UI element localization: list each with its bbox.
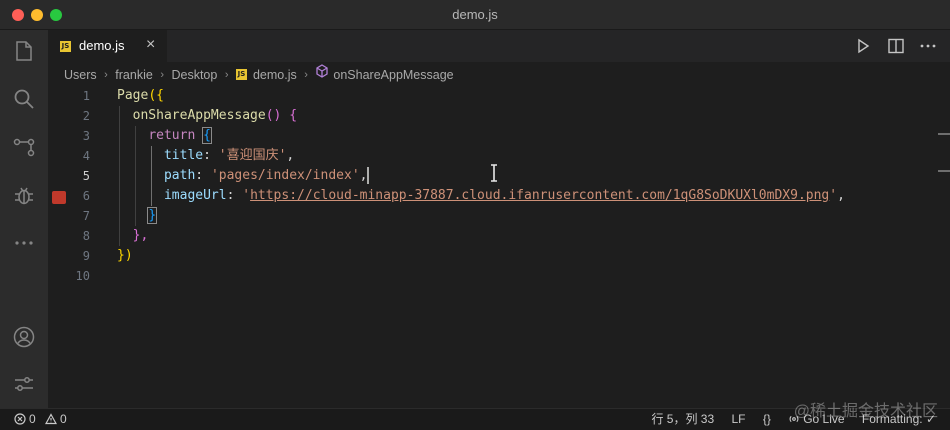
breadcrumb-item-frankie[interactable]: frankie bbox=[115, 63, 153, 87]
code-line: 4 title: '喜迎国庆', bbox=[48, 146, 928, 166]
chevron-right-icon: › bbox=[160, 68, 164, 81]
code-token: ' bbox=[829, 188, 838, 203]
text-cursor bbox=[367, 167, 370, 184]
code-token: : bbox=[226, 188, 243, 203]
line-number: 8 bbox=[82, 229, 90, 243]
chevron-right-icon: › bbox=[224, 68, 229, 81]
warning-icon bbox=[45, 413, 58, 425]
code-editor[interactable]: 1 Page({ 2 onShareAppMessage() { 3 retur… bbox=[48, 86, 950, 408]
code-line: 1 Page({ bbox=[48, 86, 928, 106]
title-bar: demo.js bbox=[0, 0, 950, 30]
code-token: } bbox=[147, 207, 158, 224]
watermark: @稀土掘金技术社区 bbox=[793, 403, 938, 420]
code-line: 7 } bbox=[48, 206, 928, 226]
play-icon[interactable] bbox=[853, 36, 873, 56]
chevron-right-icon: › bbox=[104, 68, 108, 81]
breadcrumb-item-desktop[interactable]: Desktop bbox=[171, 63, 217, 87]
code-line: 8 }, bbox=[48, 226, 928, 246]
line-number: 9 bbox=[82, 249, 90, 263]
code-token: }) bbox=[117, 248, 133, 263]
code-token: title bbox=[163, 148, 204, 163]
line-number: 6 bbox=[82, 189, 90, 203]
language-mode-icon[interactable]: {} bbox=[763, 409, 771, 430]
code-line: 9 }) bbox=[48, 246, 928, 266]
code-token: imageUrl bbox=[163, 188, 227, 203]
method-icon bbox=[316, 64, 329, 78]
ellipsis-icon[interactable] bbox=[12, 231, 36, 255]
line-number: 2 bbox=[82, 109, 90, 123]
chevron-right-icon: › bbox=[304, 68, 308, 81]
problems-indicator[interactable]: 0 0 bbox=[14, 409, 67, 430]
code-token: ({ bbox=[148, 88, 164, 103]
breadcrumb-item-users[interactable]: Users bbox=[64, 63, 97, 87]
code-line: 10 bbox=[48, 266, 928, 286]
line-number: 1 bbox=[82, 89, 90, 103]
code-token: return bbox=[148, 128, 196, 143]
cursor-position[interactable]: 行 5，列 33 bbox=[651, 409, 714, 430]
end-of-line[interactable]: LF bbox=[732, 409, 746, 430]
code-token: , bbox=[359, 168, 368, 183]
code-line: 6 imageUrl: 'https://cloud-minapp-37887.… bbox=[48, 186, 928, 206]
source-control-icon[interactable] bbox=[12, 135, 36, 159]
scrollbar-marker[interactable] bbox=[938, 170, 950, 172]
error-icon bbox=[14, 413, 26, 425]
code-line: 3 return { bbox=[48, 126, 928, 146]
line-number: 10 bbox=[75, 269, 90, 283]
editor-actions bbox=[845, 36, 938, 56]
settings-icon[interactable] bbox=[12, 372, 36, 396]
files-icon[interactable] bbox=[12, 39, 36, 63]
code-line: 2 onShareAppMessage() { bbox=[48, 106, 928, 126]
search-icon[interactable] bbox=[12, 87, 36, 111]
code-token: path bbox=[163, 168, 196, 183]
activity-bar bbox=[0, 30, 48, 408]
code-token: }, bbox=[132, 228, 149, 243]
code-token: , bbox=[837, 188, 845, 203]
code-token: : bbox=[203, 148, 219, 163]
text-cursor-icon bbox=[491, 164, 497, 182]
code-token: Page bbox=[117, 88, 149, 103]
code-token: onShareAppMessage bbox=[132, 108, 266, 123]
line-number: 7 bbox=[82, 209, 90, 223]
code-token: : bbox=[195, 168, 211, 183]
scrollbar-marker[interactable] bbox=[938, 133, 950, 135]
code-token: { bbox=[202, 127, 212, 144]
split-editor-icon[interactable] bbox=[886, 36, 906, 56]
line-number: 4 bbox=[82, 149, 90, 163]
error-count: 0 bbox=[29, 412, 36, 426]
breadcrumb: Users › frankie › Desktop › JS demo.js › … bbox=[48, 62, 950, 86]
code-token: , bbox=[286, 148, 295, 163]
editor-tabs-bar: JS demo.js × bbox=[48, 30, 950, 62]
breadcrumb-item-file[interactable]: demo.js bbox=[253, 63, 297, 87]
code-token: () { bbox=[265, 108, 298, 123]
tab-demo-js[interactable]: JS demo.js × bbox=[48, 30, 168, 62]
ellipsis-icon[interactable] bbox=[918, 36, 938, 56]
line-number: 3 bbox=[82, 129, 90, 143]
close-tab-icon[interactable]: × bbox=[146, 36, 155, 54]
code-token: ' bbox=[242, 188, 251, 203]
warning-count: 0 bbox=[60, 412, 67, 426]
javascript-file-icon: JS bbox=[235, 69, 247, 81]
debug-icon[interactable] bbox=[12, 183, 36, 207]
code-token: 'pages/index/index' bbox=[210, 168, 360, 183]
breadcrumb-item-method[interactable]: onShareAppMessage bbox=[333, 63, 453, 87]
line-number: 5 bbox=[82, 169, 90, 183]
account-icon[interactable] bbox=[12, 325, 36, 349]
code-line: 5 path: 'pages/index/index', bbox=[48, 166, 928, 186]
javascript-file-icon: JS bbox=[60, 41, 71, 52]
code-token: '喜迎国庆' bbox=[218, 148, 287, 163]
tab-label: demo.js bbox=[79, 38, 125, 53]
url-link[interactable]: https://cloud-minapp-37887.cloud.ifanrus… bbox=[250, 188, 829, 203]
window-title: demo.js bbox=[452, 7, 498, 22]
